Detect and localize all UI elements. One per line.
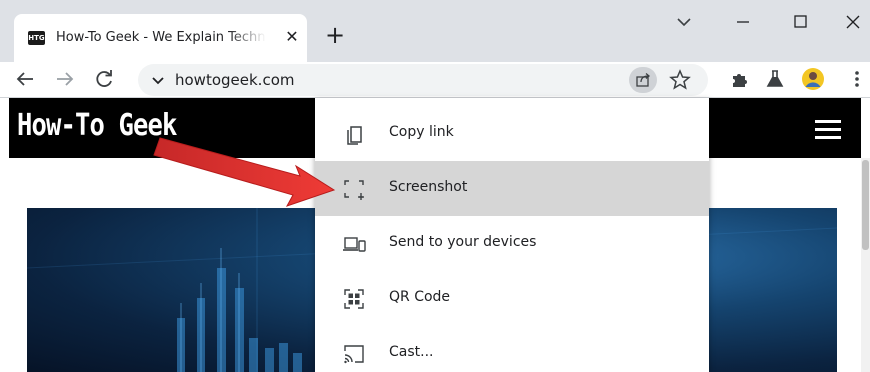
tab-close-icon[interactable]: ✕	[282, 27, 302, 47]
share-menu: Copy link Screenshot Send to your device…	[315, 98, 709, 372]
reload-icon[interactable]	[91, 66, 117, 92]
copy-link-icon	[347, 126, 362, 145]
tab-title: How-To Geek - We Explain Technology	[56, 30, 266, 45]
maximize-icon[interactable]	[787, 10, 813, 34]
menu-item-copy-link[interactable]: Copy link	[315, 106, 709, 161]
hamburger-menu-icon[interactable]	[815, 120, 841, 140]
tab-strip: HTG How-To Geek - We Explain Technology …	[0, 0, 870, 62]
site-logo[interactable]: How-To Geek	[17, 108, 177, 143]
send-to-devices-icon	[343, 237, 366, 252]
bookmark-star-icon[interactable]	[668, 68, 692, 92]
extensions-puzzle-icon[interactable]	[726, 66, 752, 92]
screenshot-icon	[344, 180, 364, 200]
menu-item-cast[interactable]: Cast...	[315, 326, 709, 372]
address-bar[interactable]: howtogeek.com	[138, 64, 708, 96]
share-icon[interactable]	[629, 67, 657, 93]
browser-tab[interactable]: HTG How-To Geek - We Explain Technology …	[14, 14, 307, 62]
page-scrollbar[interactable]	[861, 158, 870, 372]
back-arrow-icon[interactable]	[12, 66, 38, 92]
menu-item-label: Screenshot	[389, 179, 468, 195]
labs-flask-icon[interactable]	[762, 66, 788, 92]
profile-avatar[interactable]	[800, 66, 826, 92]
cast-icon	[344, 345, 364, 364]
scrollbar-thumb[interactable]	[862, 160, 869, 250]
more-menu-icon[interactable]	[844, 66, 870, 92]
menu-item-label: QR Code	[389, 289, 451, 305]
menu-item-label: Send to your devices	[389, 234, 537, 250]
tab-favicon-icon: HTG	[28, 31, 45, 45]
chevron-down-icon[interactable]	[150, 72, 166, 88]
browser-toolbar: howtogeek.com	[0, 62, 870, 98]
qr-code-icon	[344, 289, 364, 309]
menu-item-qr-code[interactable]: QR Code	[315, 271, 709, 326]
window-close-icon[interactable]	[840, 10, 866, 34]
minimize-icon[interactable]	[730, 10, 756, 34]
browser-window: HTG How-To Geek - We Explain Technology …	[0, 0, 870, 372]
menu-item-send-to-devices[interactable]: Send to your devices	[315, 216, 709, 271]
forward-arrow-icon[interactable]	[52, 66, 78, 92]
url-text[interactable]: howtogeek.com	[175, 71, 294, 89]
new-tab-button[interactable]: +	[322, 22, 348, 48]
tab-search-chevron-icon[interactable]	[672, 10, 696, 34]
menu-item-label: Cast...	[389, 344, 434, 360]
menu-item-screenshot[interactable]: Screenshot	[315, 161, 709, 216]
menu-item-label: Copy link	[389, 124, 454, 140]
